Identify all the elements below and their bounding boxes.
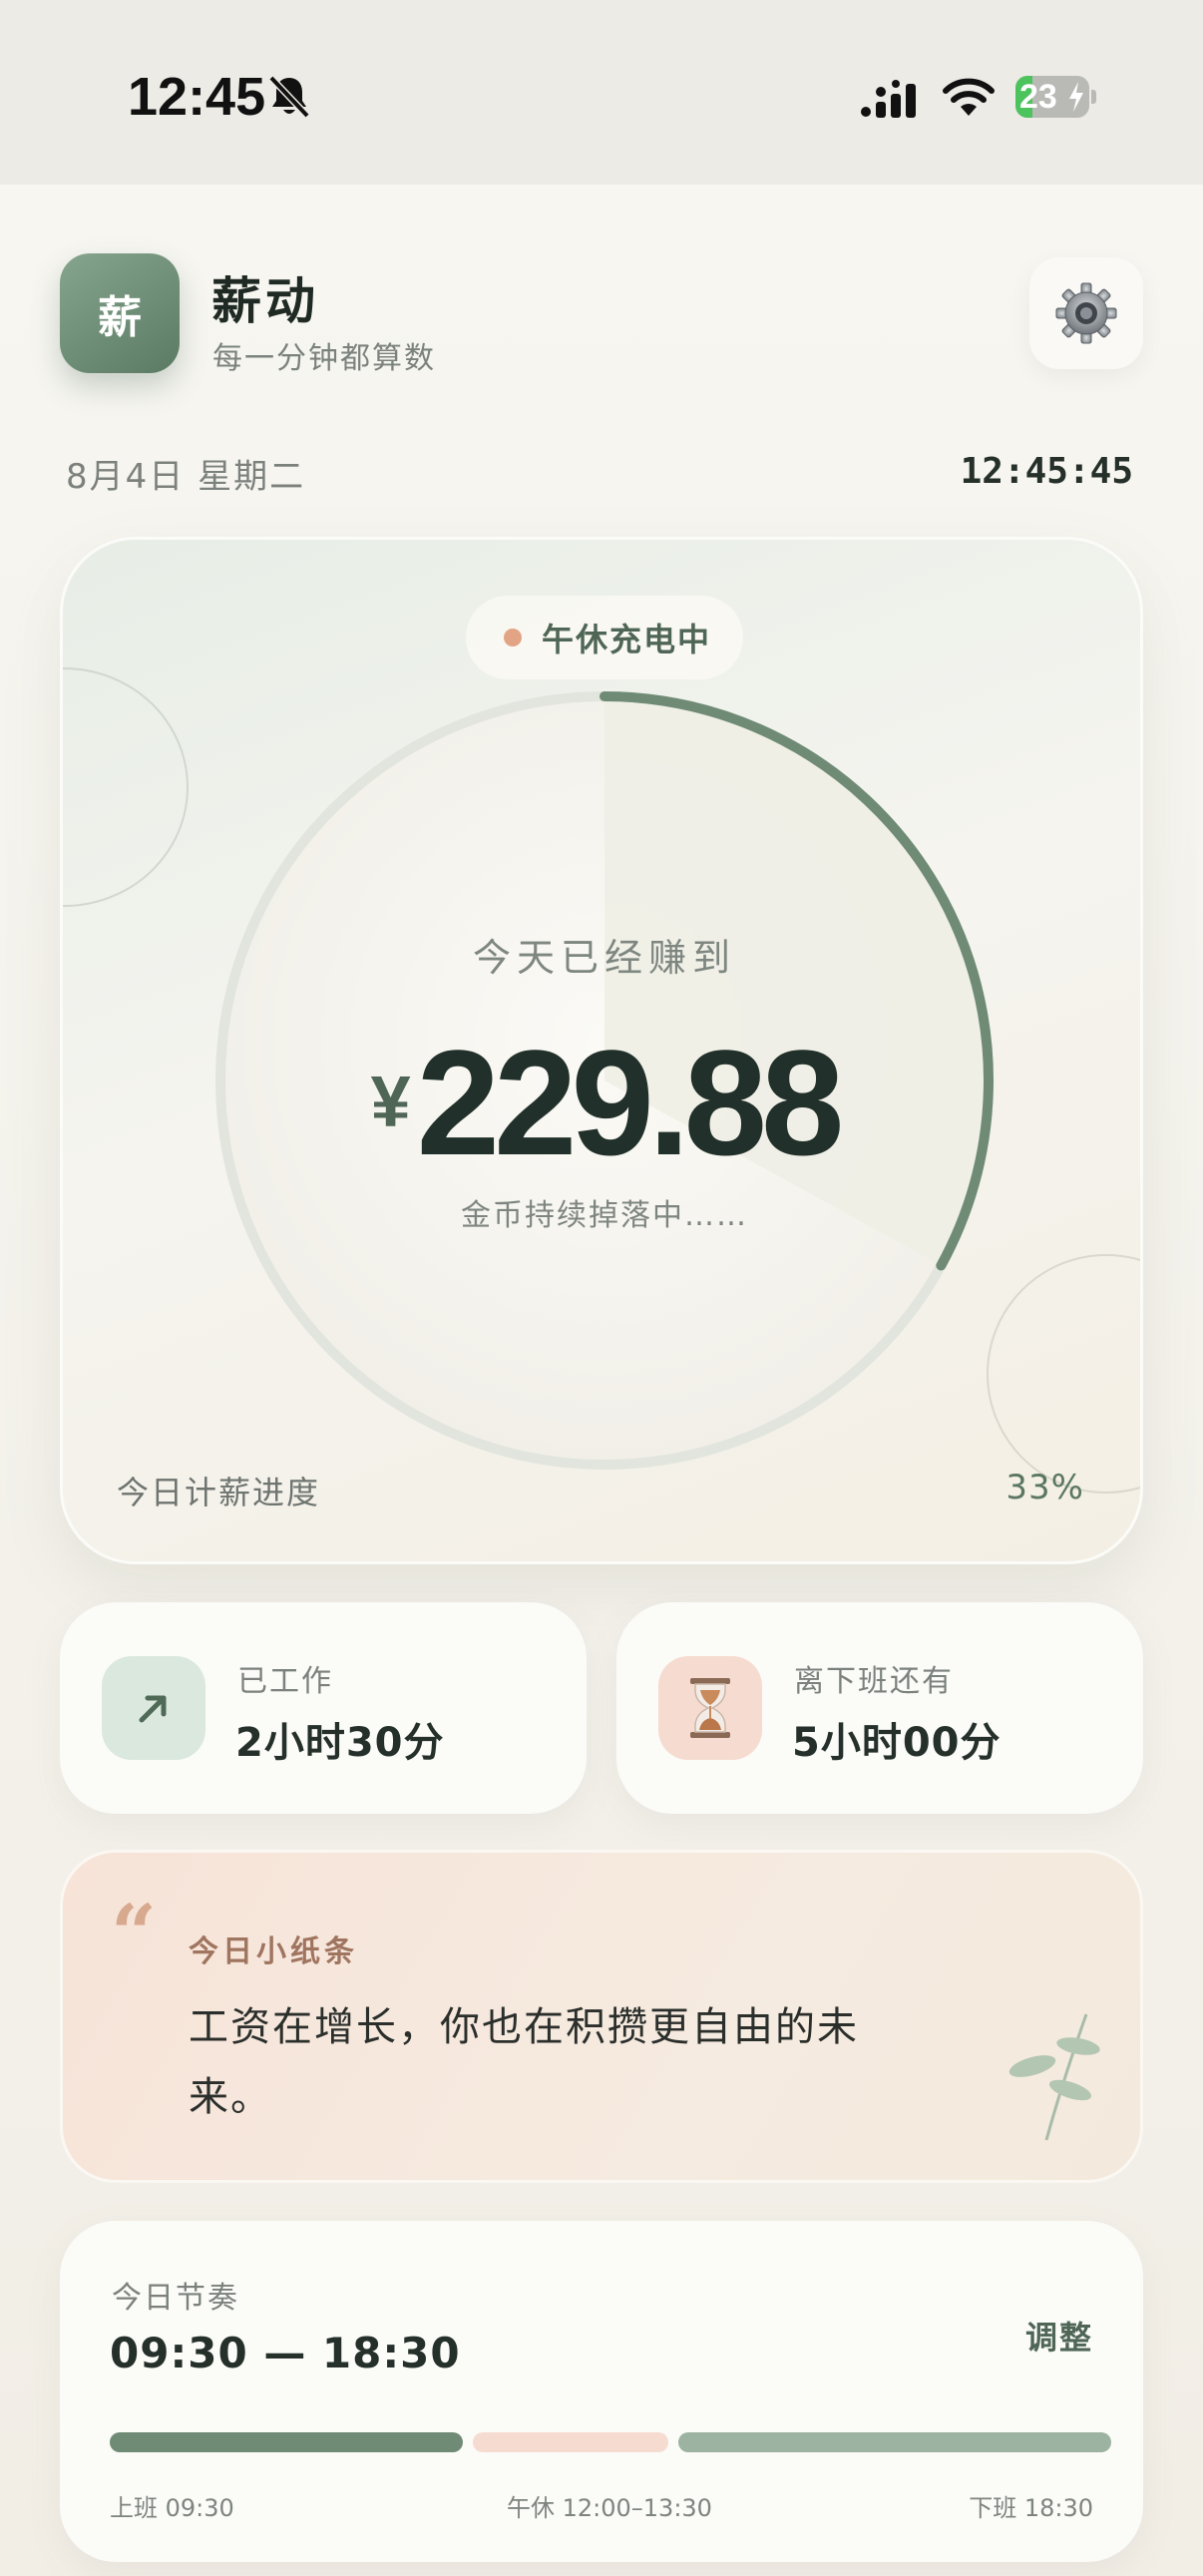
schedule-bar-lunch <box>473 2432 668 2452</box>
progress-label: 今日计薪进度 <box>117 1474 321 1511</box>
bell-slash-icon <box>268 75 310 119</box>
daily-note-card: “ 今日小纸条 工资在增长，你也在积攒更自由的未来。 <box>60 1850 1143 2183</box>
status-bar: 12:45 23 <box>0 0 1203 185</box>
schedule-card: 今日节奏 09:30 — 18:30 调整 上班 09:30 午休 12:00–… <box>60 2221 1143 2562</box>
worked-time-card: 已工作 2小时30分 <box>60 1602 587 1814</box>
settings-button[interactable] <box>1029 257 1143 369</box>
schedule-range: 09:30 — 18:30 <box>110 2329 461 2377</box>
app-logo: 薪 <box>60 253 180 373</box>
schedule-bar-morning <box>110 2432 463 2452</box>
status-pill: 午休充电中 <box>466 596 743 679</box>
leaf-icon <box>1008 2013 1100 2141</box>
currency-symbol: ¥ <box>370 1063 411 1142</box>
clock: 12:45:45 <box>960 451 1133 492</box>
status-dot <box>504 629 522 646</box>
schedule-lunch-label: 午休 12:00–13:30 <box>507 2494 712 2522</box>
note-title: 今日小纸条 <box>189 1934 358 1969</box>
schedule-bar-afternoon <box>678 2432 1111 2452</box>
adjust-button[interactable]: 调整 <box>1025 2313 1093 2359</box>
hourglass-icon <box>690 1678 730 1738</box>
wifi-icon <box>943 78 995 116</box>
earnings-card: 午休充电中 今天已经赚到 ¥229.88 金币持续掉落中…… 今日计薪进度 33… <box>60 537 1143 1564</box>
earnings-amount: ¥229.88 <box>63 1017 1140 1189</box>
app-tagline: 每一分钟都算数 <box>212 341 436 376</box>
status-time: 12:45 <box>128 67 266 127</box>
remaining-time-card: 离下班还有 5小时00分 <box>616 1602 1143 1814</box>
remaining-label: 离下班还有 <box>794 1664 954 1699</box>
remaining-value: 5小时00分 <box>792 1720 1002 1766</box>
stat-icon-bg <box>102 1656 205 1760</box>
stat-icon-bg <box>658 1656 762 1760</box>
earnings-value: 229.88 <box>416 1019 845 1186</box>
signal-icon <box>861 80 916 118</box>
arrow-up-right-icon <box>139 1695 167 1723</box>
worked-value: 2小时30分 <box>235 1720 445 1766</box>
battery-icon: 23 <box>1015 76 1096 118</box>
worked-label: 已工作 <box>237 1664 333 1699</box>
earnings-label: 今天已经赚到 <box>472 936 736 980</box>
earnings-subtitle: 金币持续掉落中…… <box>461 1198 748 1233</box>
date-label: 8月4日 星期二 <box>66 457 306 497</box>
gear-icon <box>1055 282 1117 344</box>
note-text: 工资在增长，你也在积攒更自由的未来。 <box>189 2004 859 2120</box>
quote-icon: “ <box>111 1887 158 1980</box>
status-text: 午休充电中 <box>542 621 712 658</box>
schedule-end-label: 下班 18:30 <box>969 2494 1093 2522</box>
app-name: 薪动 <box>211 272 319 330</box>
schedule-start-label: 上班 09:30 <box>110 2494 234 2522</box>
bolt-icon <box>1069 82 1083 112</box>
progress-percent: 33% <box>1005 1468 1084 1507</box>
schedule-label: 今日节奏 <box>112 2281 239 2316</box>
